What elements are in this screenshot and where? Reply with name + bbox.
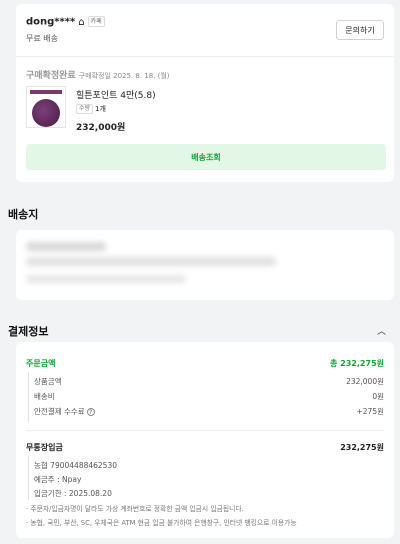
safe-payment-fee-value: +275원 (356, 407, 385, 416)
status-text: 구매확정완료 (26, 71, 76, 81)
inquiry-button[interactable]: 문의하기 (336, 20, 384, 40)
shipping-fee-value: 0원 (372, 392, 384, 401)
address-blurred-line (26, 257, 276, 266)
shipping-fee-row: 배송비 0원 (34, 391, 384, 402)
order-status: 구매확정완료 구매확정일 2025. 8. 18. (월) (26, 68, 170, 81)
divider (16, 56, 394, 57)
quantity-value: 1개 (95, 105, 106, 113)
detail-indent-line (28, 456, 29, 500)
address-blurred-line (26, 242, 106, 251)
shipping-type: 무료 배송 (26, 34, 58, 43)
address-section-title: 배송지 (8, 208, 39, 221)
seller-name-row[interactable]: dong**** ⌂ 카페 (26, 16, 105, 28)
safe-payment-fee-label-wrap: 안전결제 수수료? (34, 406, 95, 417)
product-thumbnail[interactable] (26, 86, 66, 128)
quantity-row: 수량 1개 (76, 104, 106, 114)
product-price: 232,000원 (76, 123, 126, 133)
thumbnail-graphic (32, 99, 60, 127)
product-amount-row: 상품금액 232,000원 (34, 376, 384, 387)
help-circle-icon[interactable]: ? (86, 408, 95, 416)
payment-section-title: 결제정보 (8, 325, 49, 338)
detail-indent-line (28, 372, 29, 422)
bank-account: 농협 79004488462530 (34, 461, 117, 470)
product-amount-value: 232,000원 (346, 377, 384, 386)
cafe-badge: 카페 (87, 16, 105, 27)
deposit-note: · 주문자/입금자명이 달라도 가상 계좌번호로 정확한 금액 입금시 입금됩니… (26, 505, 244, 513)
seller-name[interactable]: dong**** (26, 17, 75, 28)
divider (26, 430, 384, 431)
address-card (16, 230, 394, 300)
bank-transfer-row: 무통장입금 232,275원 (26, 442, 384, 453)
track-delivery-button[interactable]: 배송조회 (26, 144, 386, 170)
order-amount-label: 주문금액 (26, 359, 56, 368)
shipping-fee-label: 배송비 (34, 392, 55, 401)
order-amount-total: 총 232,275원 (330, 359, 384, 368)
order-card: dong**** ⌂ 카페 무료 배송 문의하기 구매확정완료 구매확정일 2025.… (16, 4, 394, 182)
home-icon[interactable]: ⌂ (78, 17, 84, 28)
order-amount-row: 주문금액 총 232,275원 (26, 358, 384, 369)
deposit-note: · 농협, 국민, 부산, SC, 우체국은 ATM 현금 입금 불가하여 은행… (26, 519, 297, 527)
product-name[interactable]: 힐튼포인트 4만(5.8) (76, 88, 156, 101)
thumbnail-band (30, 90, 62, 94)
deposit-deadline: 입금기한 : 2025.08.20 (34, 489, 112, 498)
status-date: 구매확정일 2025. 8. 18. (월) (78, 72, 170, 80)
safe-payment-fee-label: 안전결제 수수료 (34, 407, 85, 416)
safe-payment-fee-row: 안전결제 수수료? +275원 (34, 406, 384, 417)
product-amount-label: 상품금액 (34, 377, 62, 386)
quantity-label: 수량 (76, 104, 94, 114)
chevron-up-icon[interactable]: ︿ (377, 324, 386, 337)
depositor-name: 예금주 : Npay (34, 475, 82, 484)
bank-transfer-amount: 232,275원 (340, 443, 384, 452)
address-blurred-line (26, 275, 186, 283)
bank-transfer-label: 무통장입금 (26, 443, 63, 452)
payment-card: 주문금액 총 232,275원 상품금액 232,000원 배송비 0원 안전결… (16, 342, 394, 538)
